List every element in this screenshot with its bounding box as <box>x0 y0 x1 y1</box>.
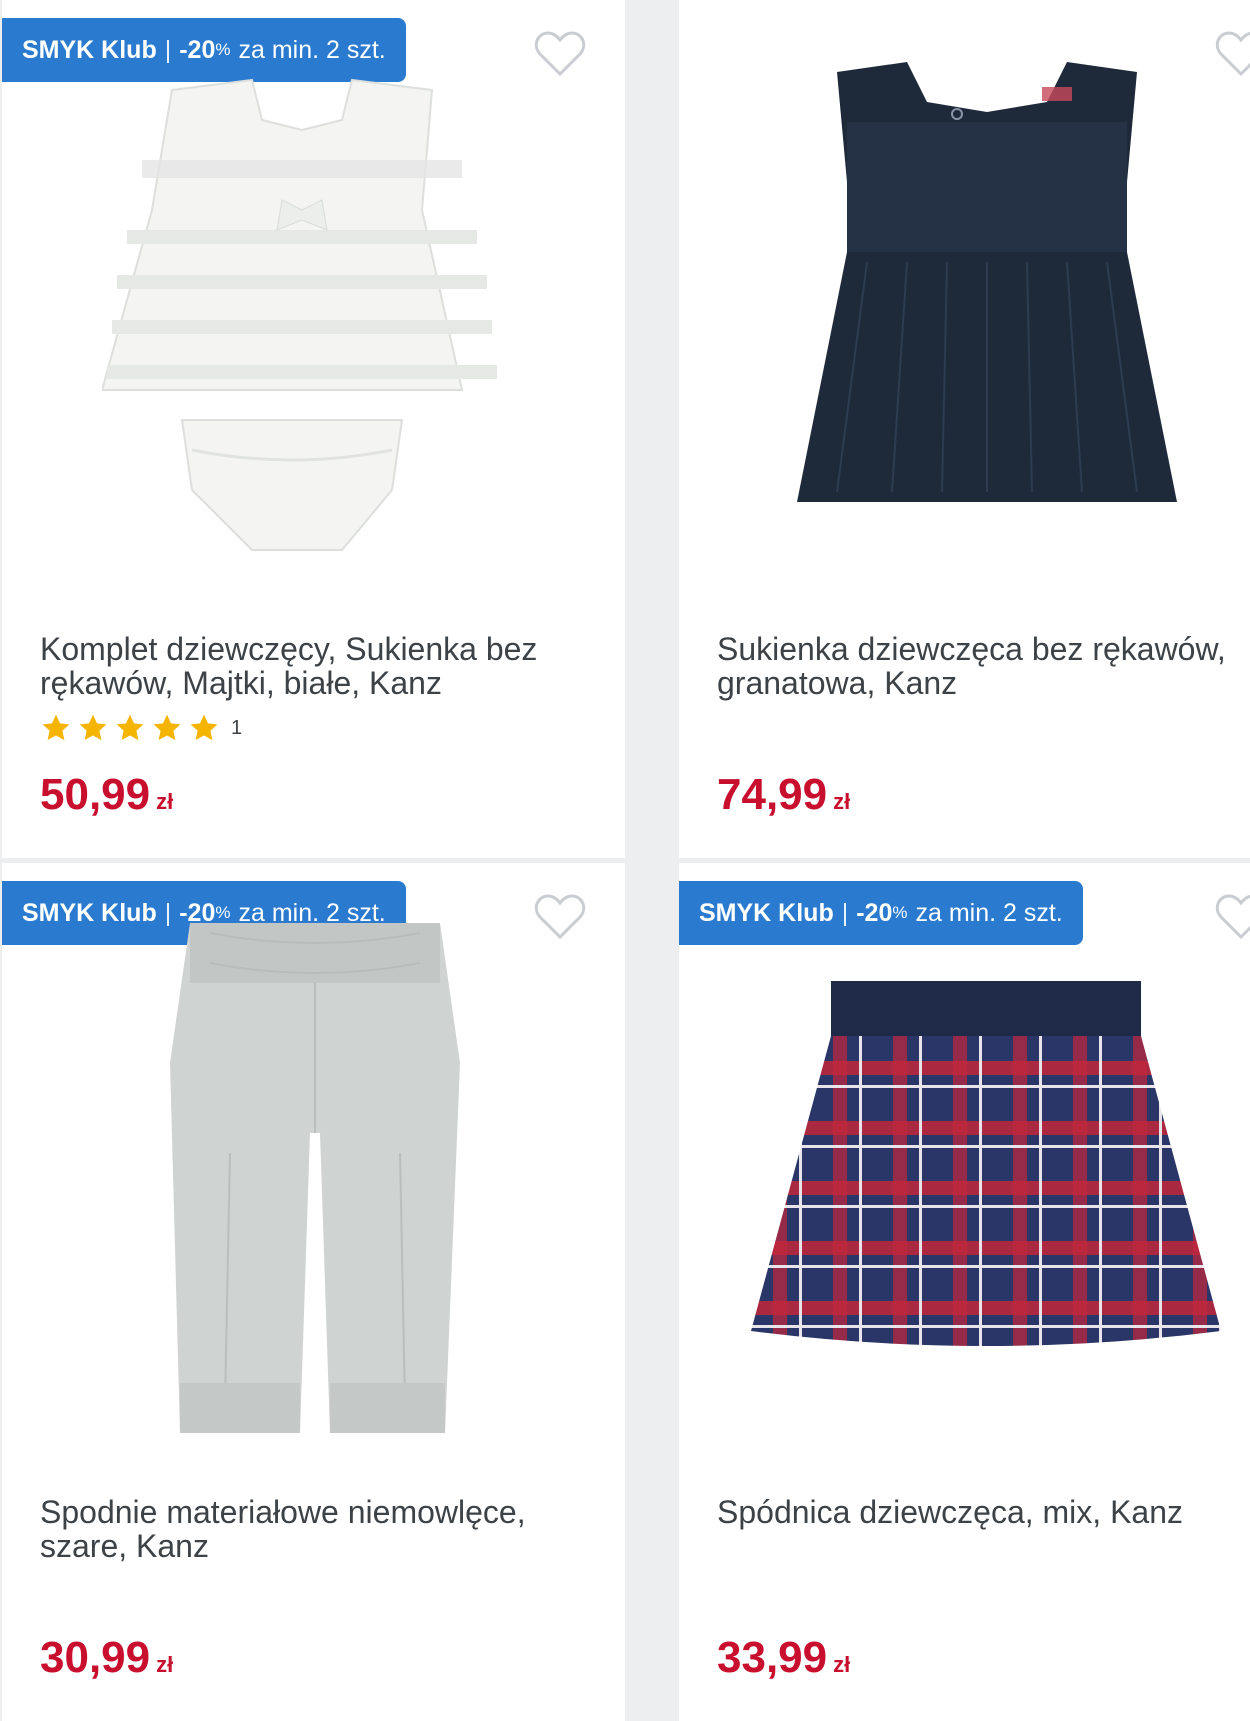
rating-stars: 1 <box>40 712 242 744</box>
heart-icon[interactable] <box>1215 30 1250 78</box>
product-name[interactable]: Spódnica dziewczęca, mix, Kanz <box>717 1495 1250 1529</box>
product-price: 74,99 zł <box>717 770 851 819</box>
product-image[interactable] <box>751 981 1221 1381</box>
product-name[interactable]: Komplet dziewczęcy, Sukienka bez rękawów… <box>40 632 600 700</box>
product-card[interactable]: SMYK Klub | -20% za min. 2 szt. Komplet … <box>2 0 625 858</box>
heart-icon[interactable] <box>534 893 586 941</box>
star-icon <box>153 714 181 741</box>
heart-icon[interactable] <box>1215 893 1250 941</box>
product-name[interactable]: Sukienka dziewczęca bez rękawów, granato… <box>717 632 1250 700</box>
product-image[interactable] <box>102 60 522 600</box>
product-price: 33,99 zł <box>717 1633 851 1682</box>
product-image[interactable] <box>170 903 470 1443</box>
star-icon <box>116 714 144 741</box>
heart-icon[interactable] <box>534 30 586 78</box>
product-card[interactable]: SMYK Klub | -20% za min. 2 szt. Spódnica… <box>679 863 1250 1721</box>
star-icon <box>42 714 70 741</box>
product-name[interactable]: Spodnie materiałowe niemowlęce, szare, K… <box>40 1495 600 1563</box>
star-icon <box>190 714 218 741</box>
product-card[interactable]: SMYK Klub | -20% za min. 2 szt. Spodnie … <box>2 863 625 1721</box>
smyk-klub-badge: SMYK Klub | -20% za min. 2 szt. <box>679 881 1083 945</box>
product-price: 50,99 zł <box>40 770 174 819</box>
product-card[interactable]: Sukienka dziewczęca bez rękawów, granato… <box>679 0 1250 858</box>
star-icon <box>79 714 107 741</box>
product-price: 30,99 zł <box>40 1633 174 1682</box>
rating-count: 1 <box>231 716 243 739</box>
product-image[interactable] <box>797 62 1177 562</box>
